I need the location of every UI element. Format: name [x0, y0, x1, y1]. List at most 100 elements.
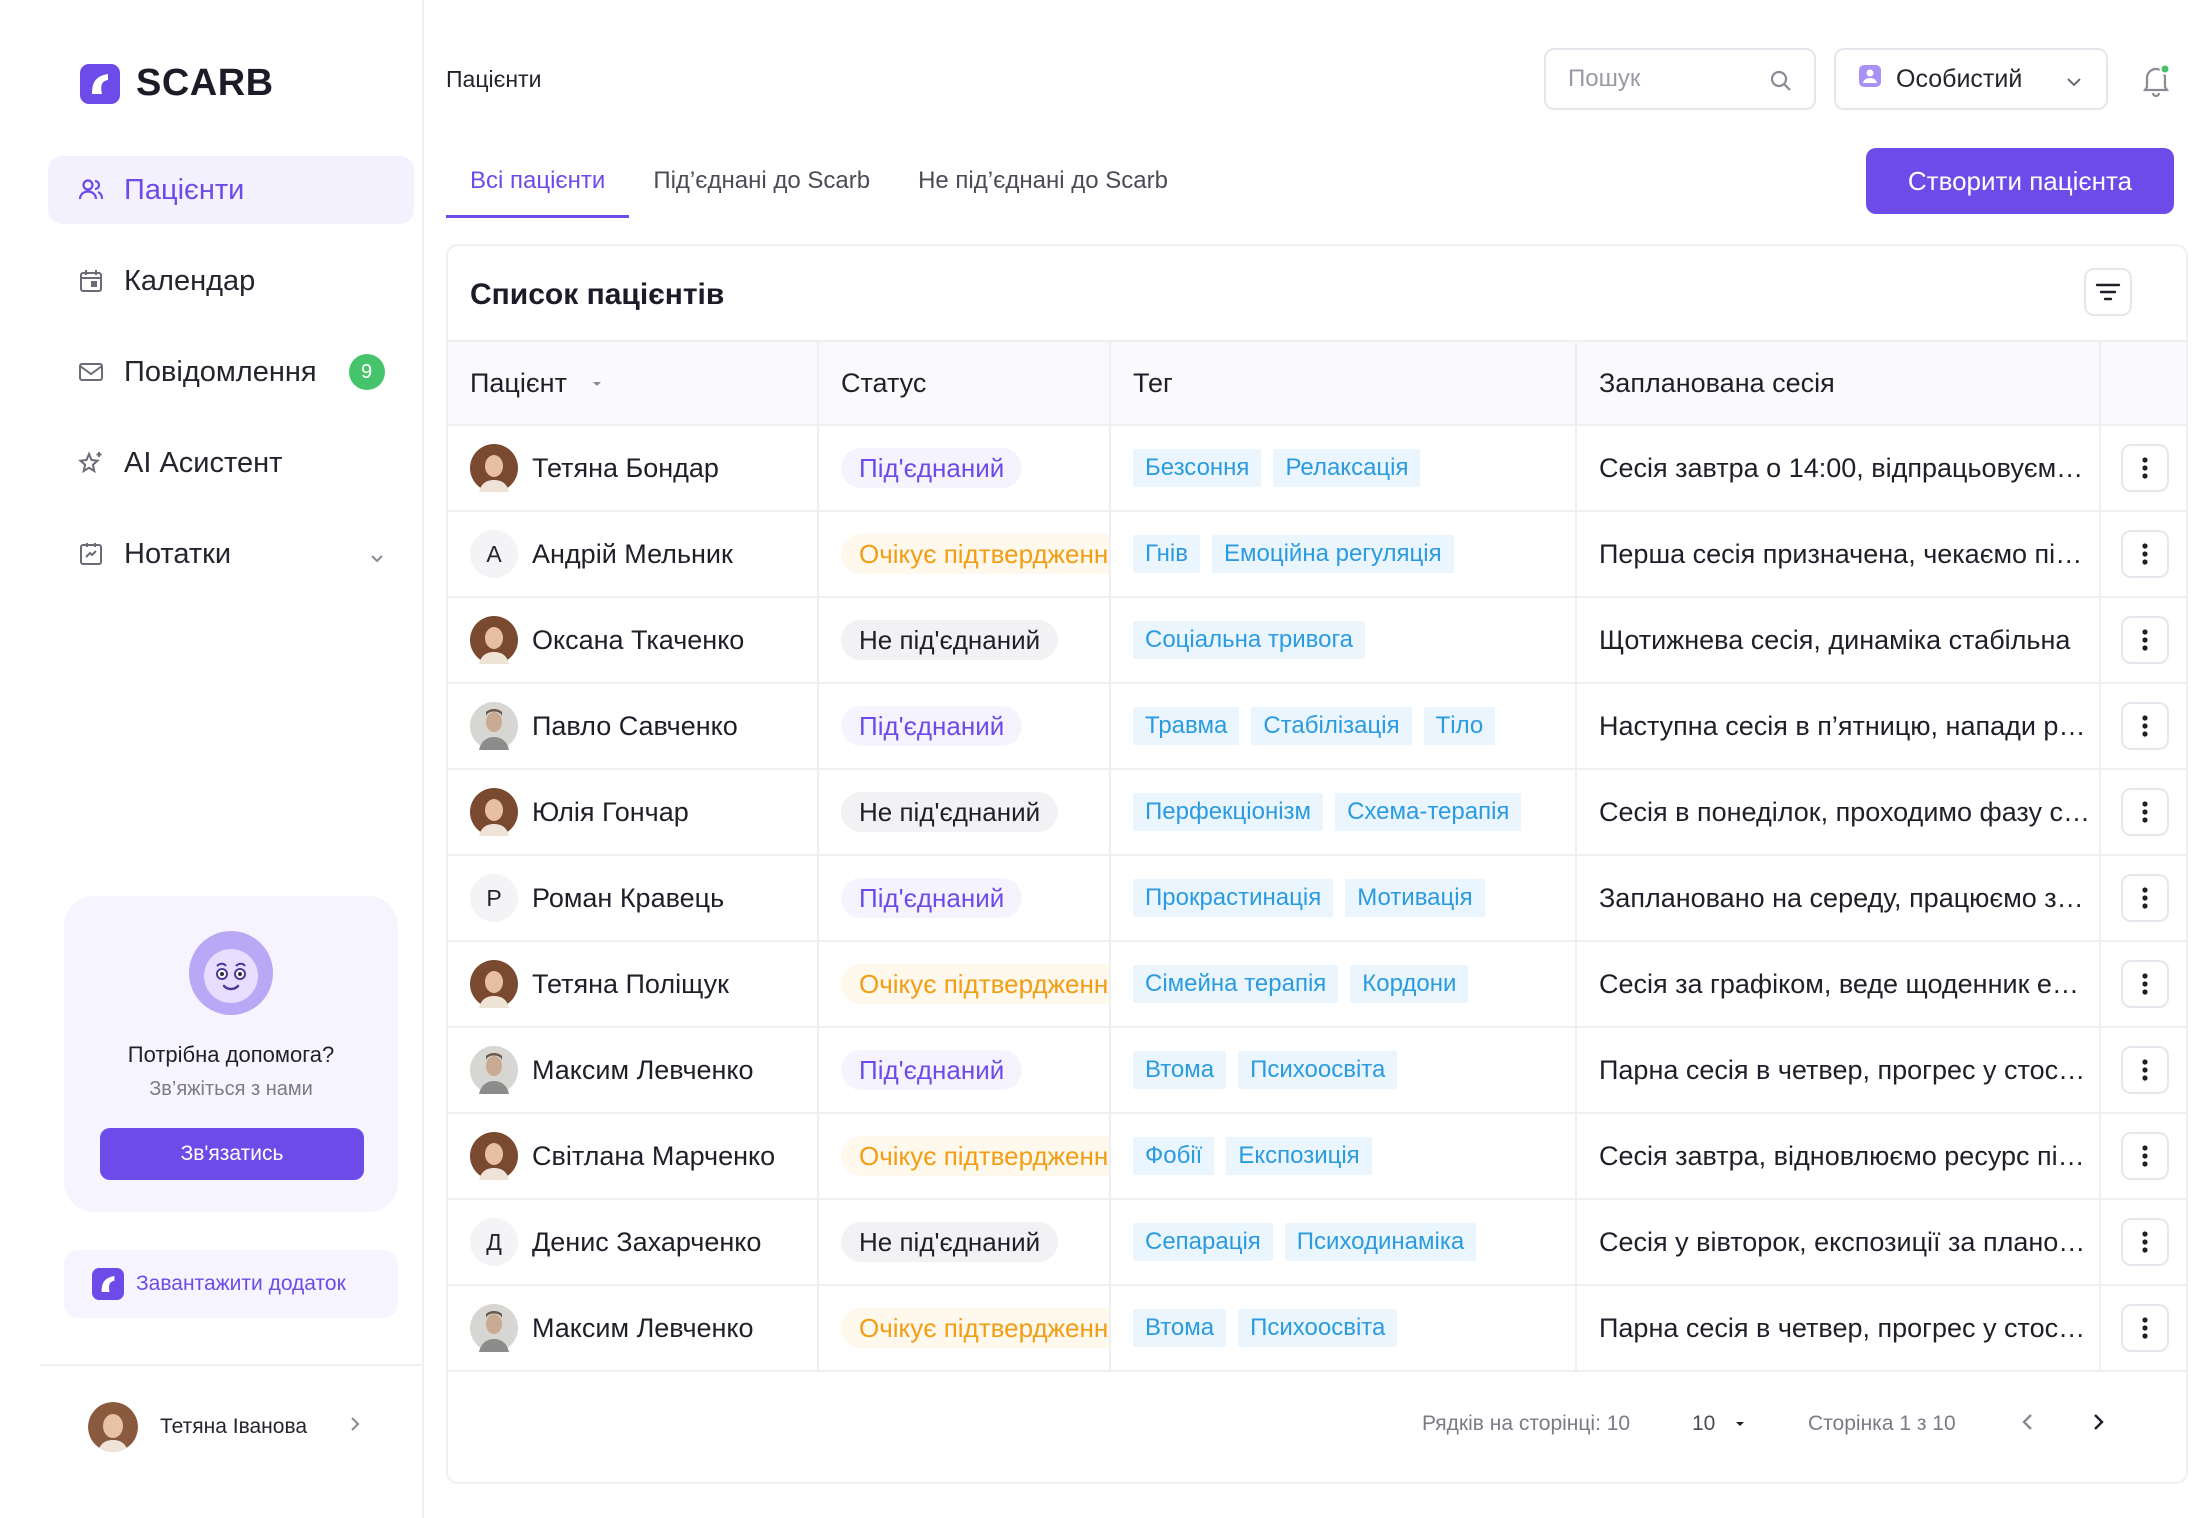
tag-chip: Гнів [1133, 535, 1200, 573]
patient-name[interactable]: Максим Левченко [532, 1313, 754, 1344]
user-profile[interactable]: Тетяна Іванова [88, 1402, 363, 1452]
table-row[interactable]: Максим Левченко Під'єднаний Втома Психоос… [448, 1027, 2186, 1114]
patient-cell: Р Роман Кравець [448, 855, 819, 942]
tab-not-connected[interactable]: Не під’єднані до Scarb [894, 160, 1192, 218]
more-vertical-icon [2142, 973, 2148, 995]
patient-name[interactable]: Максим Левченко [532, 1055, 754, 1086]
tag-chip: Релаксація [1273, 449, 1421, 487]
table-row[interactable]: Максим Левченко Очікує підтвердження Вто… [448, 1285, 2186, 1372]
notification-bell-icon[interactable] [2138, 62, 2174, 98]
calendar-icon [76, 266, 106, 296]
actions-cell [2100, 769, 2186, 856]
patient-name[interactable]: Денис Захарченко [532, 1227, 761, 1258]
sidebar-item-calendar[interactable]: Календар [48, 247, 414, 315]
chevron-down-icon[interactable] [368, 542, 386, 575]
patient-cell: Павло Савченко [448, 683, 819, 770]
actions-cell [2100, 1199, 2186, 1286]
sparkle-star-icon [76, 448, 106, 478]
column-header-session: Запланована сесія [1576, 340, 2101, 426]
table-row[interactable]: Тетяна Бондар Під'єднаний Безсоння Релакс… [448, 425, 2186, 512]
tag-chip: Втома [1133, 1309, 1227, 1347]
status-badge: Не під'єднаний [841, 1222, 1059, 1262]
column-header-actions [2100, 340, 2186, 426]
sidebar-item-label: Календар [124, 264, 256, 297]
contact-button[interactable]: Зв'язатись [100, 1128, 364, 1180]
sidebar-item-notes[interactable]: Нотатки [48, 520, 414, 588]
patient-name[interactable]: Павло Савченко [532, 711, 738, 742]
download-app-button[interactable]: Завантажити додаток [64, 1250, 398, 1318]
status-badge: Очікує підтвердження [841, 964, 1108, 1004]
scheduled-session: Заплановано на середу, працюємо з цілями [1576, 855, 2101, 942]
filter-button[interactable] [2084, 268, 2132, 316]
more-actions-button[interactable] [2121, 1132, 2169, 1180]
table-row[interactable]: Д Денис Захарченко Не під'єднаний Сепарац… [448, 1199, 2186, 1286]
table-row[interactable]: А Андрій Мельник Очікує підтвердження Гні… [448, 511, 2186, 598]
more-actions-button[interactable] [2121, 444, 2169, 492]
avatar [470, 1046, 518, 1094]
tag-chip: Тіло [1423, 707, 1496, 745]
more-actions-button[interactable] [2121, 874, 2169, 922]
column-header-tag: Тег [1110, 340, 1577, 426]
patient-cell: Максим Левченко [448, 1027, 819, 1114]
more-actions-button[interactable] [2121, 788, 2169, 836]
tag-chip: Прокрастинація [1133, 879, 1334, 917]
patient-name[interactable]: Тетяна Поліщук [532, 969, 729, 1000]
table-row[interactable]: Світлана Марченко Очікує підтвердження Ф… [448, 1113, 2186, 1200]
sidebar: SCARB Пацієнти Календар Повідомлення 9 A… [0, 0, 424, 1518]
patients-table-body: Тетяна Бондар Під'єднаний Безсоння Релакс… [448, 425, 2186, 1372]
patient-name[interactable]: Андрій Мельник [532, 539, 733, 570]
table-row[interactable]: Оксана Ткаченко Не під'єднаний Соціальна… [448, 597, 2186, 684]
table-row[interactable]: Тетяна Поліщук Очікує підтвердження Сіме… [448, 941, 2186, 1028]
more-actions-button[interactable] [2121, 530, 2169, 578]
sidebar-item-messages[interactable]: Повідомлення 9 [48, 338, 414, 406]
more-actions-button[interactable] [2121, 960, 2169, 1008]
tag-chip: Сепарація [1133, 1223, 1273, 1261]
download-app-label: Завантажити додаток [136, 1272, 346, 1295]
patient-name[interactable]: Тетяна Бондар [532, 453, 719, 484]
column-header-patient[interactable]: Пацієнт [448, 340, 819, 426]
tab-all-patients[interactable]: Всі пацієнти [446, 160, 630, 218]
prev-page-icon[interactable] [2018, 1410, 2038, 1440]
patient-cell: Оксана Ткаченко [448, 597, 819, 684]
next-page-icon[interactable] [2088, 1410, 2108, 1440]
search-input[interactable] [1568, 65, 1758, 93]
table-row[interactable]: Юлія Гончар Не під'єднаний Перфекціонізм… [448, 769, 2186, 856]
page-size-select[interactable]: 10 [1692, 1412, 1747, 1436]
actions-cell [2100, 511, 2186, 598]
more-actions-button[interactable] [2121, 1046, 2169, 1094]
tag-chip: Психоосвіта [1238, 1051, 1398, 1089]
scarb-logo-icon [92, 1268, 124, 1300]
more-vertical-icon [2142, 1317, 2148, 1339]
tag-chip: Втома [1133, 1051, 1227, 1089]
status-badge: Не під'єднаний [841, 792, 1059, 832]
patient-name[interactable]: Оксана Ткаченко [532, 625, 744, 656]
more-actions-button[interactable] [2121, 1218, 2169, 1266]
sidebar-item-ai-assistant[interactable]: AI Асистент [48, 429, 414, 497]
app-logo[interactable]: SCARB [80, 62, 274, 105]
search-icon[interactable] [1768, 68, 1794, 99]
table-row[interactable]: Павло Савченко Під'єднаний Травма Стабілі… [448, 683, 2186, 770]
more-actions-button[interactable] [2121, 1304, 2169, 1352]
scheduled-session: Щотижнева сесія, динаміка стабільна [1576, 597, 2101, 684]
more-vertical-icon [2142, 801, 2148, 823]
create-patient-button[interactable]: Створити пацієнта [1866, 148, 2174, 214]
patient-name[interactable]: Світлана Марченко [532, 1141, 775, 1172]
sort-caret-icon[interactable] [590, 379, 604, 389]
tags-cell: Фобії Експозиція [1110, 1113, 1577, 1200]
patient-name[interactable]: Юлія Гончар [532, 797, 689, 828]
more-vertical-icon [2142, 1231, 2148, 1253]
more-vertical-icon [2142, 715, 2148, 737]
tag-chip: Кордони [1350, 965, 1469, 1003]
workspace-select[interactable]: Особистий [1834, 48, 2108, 110]
sidebar-item-label: Пацієнти [124, 173, 245, 206]
search-box[interactable] [1544, 48, 1816, 110]
tab-connected[interactable]: Під’єднані до Scarb [629, 160, 894, 218]
table-row[interactable]: Р Роман Кравець Під'єднаний Прокрастинаці… [448, 855, 2186, 942]
more-actions-button[interactable] [2121, 616, 2169, 664]
tags-cell: Втома Психоосвіта [1110, 1027, 1577, 1114]
patient-name[interactable]: Роман Кравець [532, 883, 724, 914]
more-actions-button[interactable] [2121, 702, 2169, 750]
avatar [470, 616, 518, 664]
tags-cell: Сімейна терапія Кордони [1110, 941, 1577, 1028]
sidebar-item-patients[interactable]: Пацієнти [48, 156, 414, 224]
